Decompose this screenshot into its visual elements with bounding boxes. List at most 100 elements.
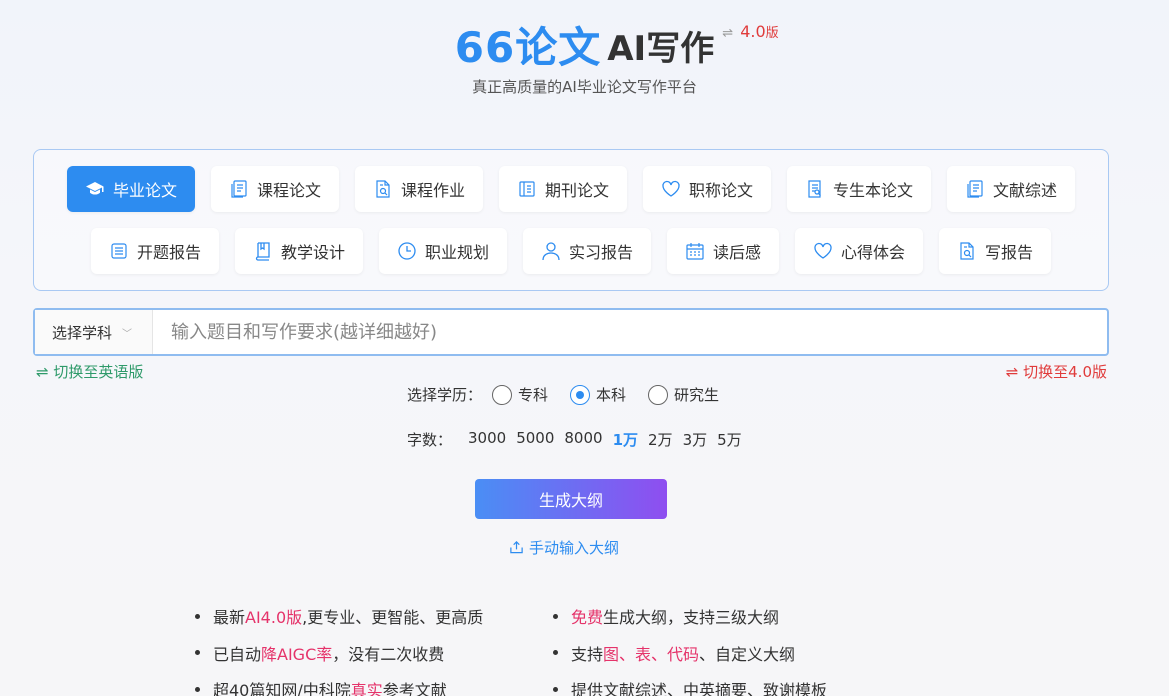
heart-icon [661, 179, 681, 199]
feature-item: 免费生成大纲，支持三级大纲 [553, 598, 827, 635]
feature-item: 支持图、表、代码、自定义大纲 [553, 635, 827, 672]
bullet-dot [553, 686, 558, 692]
word-count-options: 3000 5000 8000 1万 2万 3万 5万 [468, 429, 752, 450]
paper-type-课程作业[interactable]: 课程作业 [354, 166, 483, 212]
paper-type-label: 写报告 [985, 243, 1034, 262]
education-option-label: 本科 [596, 386, 627, 404]
feature-text: 最新AI4.0版,更专业、更智能、更高质 [213, 608, 484, 628]
logo-main: 66论文 [454, 23, 602, 72]
manual-outline-link[interactable]: 手动输入大纲 [509, 537, 619, 558]
generate-outline-button[interactable]: 生成大纲 [475, 479, 667, 519]
document-edit-icon [805, 179, 825, 199]
logo: 66论文 AI写作 ⇌ 4.0版 [454, 22, 779, 74]
feature-list-right: 免费生成大纲，支持三级大纲 支持图、表、代码、自定义大纲提供文献综述、中英摘要、致… [553, 598, 827, 696]
switch-v40-link[interactable]: ⇌ 切换至4.0版 [1006, 361, 1107, 382]
logo-sub: AI写作 [607, 29, 715, 69]
bullet-dot [195, 650, 200, 656]
feature-item: 已自动降AIGC率，没有二次收费 [195, 635, 483, 672]
paper-type-开题报告[interactable]: 开题报告 [90, 228, 219, 274]
feature-list-left: 最新AI4.0版,更专业、更智能、更高质 已自动降AIGC率，没有二次收费超40篇… [195, 598, 483, 696]
chevron-down-icon: ﹀ [122, 328, 133, 340]
topic-input[interactable] [153, 310, 1107, 354]
bullet-dot [553, 650, 558, 656]
paper-type-row-2: 开题报告 教学设计 职业规划 实习报告 读后感 心得体会 写报告 [34, 228, 1108, 274]
paper-type-专生本论文[interactable]: 专生本论文 [787, 166, 932, 212]
paper-type-职称论文[interactable]: 职称论文 [643, 166, 772, 212]
word-count-option[interactable]: 5000 [516, 429, 554, 450]
word-count-option[interactable]: 2万 [648, 429, 673, 450]
education-options: 专科 本科 研究生 [484, 384, 733, 405]
word-count-option[interactable]: 5万 [717, 429, 742, 450]
radio-circle [648, 384, 669, 405]
radio-circle [570, 384, 591, 405]
word-count-label: 字数： [407, 431, 453, 449]
paper-type-实习报告[interactable]: 实习报告 [522, 228, 651, 274]
paper-type-label: 教学设计 [280, 243, 345, 262]
word-count-option[interactable]: 3000 [468, 429, 506, 450]
education-option-label: 研究生 [674, 386, 720, 404]
user-icon [541, 241, 561, 261]
feature-item: 提供文献综述、中英摘要、致谢模板 [553, 671, 827, 696]
paper-type-label: 心得体会 [841, 243, 906, 262]
switch-english-link[interactable]: ⇌ 切换至英语版 [36, 361, 143, 382]
education-option-研究生[interactable]: 研究生 [648, 384, 719, 405]
feature-item: 最新AI4.0版,更专业、更智能、更高质 [195, 598, 483, 635]
paper-type-label: 开题报告 [136, 243, 201, 262]
word-count-option[interactable]: 1万 [613, 429, 638, 450]
document-copy-icon [229, 179, 249, 199]
education-option-label: 专科 [518, 386, 549, 404]
education-option-本科[interactable]: 本科 [570, 384, 626, 405]
feature-text: 已自动降AIGC率，没有二次收费 [213, 644, 445, 664]
paper-type-label: 职业规划 [424, 243, 489, 262]
bullet-dot [195, 613, 200, 619]
clock-icon [397, 241, 417, 261]
paper-type-职业规划[interactable]: 职业规划 [378, 228, 507, 274]
paper-type-label: 读后感 [713, 243, 762, 262]
version-badge[interactable]: ⇌ 4.0版 [722, 22, 778, 41]
paper-type-读后感[interactable]: 读后感 [667, 228, 780, 274]
graduation-cap-icon [85, 179, 105, 199]
paper-type-label: 毕业论文 [112, 181, 177, 200]
paper-type-期刊论文[interactable]: 期刊论文 [498, 166, 627, 212]
document-copy-icon [965, 179, 985, 199]
feature-text: 支持图、表、代码、自定义大纲 [571, 644, 796, 664]
document-search-icon [957, 241, 977, 261]
paper-type-心得体会[interactable]: 心得体会 [795, 228, 924, 274]
paper-type-label: 文献综述 [993, 181, 1058, 200]
report-icon [109, 241, 129, 261]
bullet-dot [553, 613, 558, 619]
paper-type-教学设计[interactable]: 教学设计 [234, 228, 363, 274]
paper-type-label: 实习报告 [568, 243, 633, 262]
radio-circle [492, 384, 513, 405]
education-label: 选择学历： [407, 386, 483, 404]
paper-type-写报告[interactable]: 写报告 [939, 228, 1052, 274]
subject-select-label: 选择学科 [52, 323, 113, 342]
paper-type-毕业论文[interactable]: 毕业论文 [66, 166, 195, 212]
version-suffix: 版 [765, 26, 779, 41]
switch-icon: ⇌ [722, 26, 734, 41]
bullet-dot [195, 686, 200, 692]
feature-text: 超40篇知网/中科院真实参考文献 [213, 681, 447, 696]
search-bar: 选择学科 ﹀ [33, 308, 1109, 356]
heart-icon [813, 241, 833, 261]
paper-type-课程论文[interactable]: 课程论文 [210, 166, 339, 212]
tagline: 真正高质量的AI毕业论文写作平台 [472, 78, 697, 96]
subject-select[interactable]: 选择学科 ﹀ [35, 310, 153, 354]
upload-icon [509, 540, 524, 555]
paper-type-row-1: 毕业论文 课程论文 课程作业 期刊论文 职称论文 专生本论文 文献综述 [34, 166, 1108, 212]
paper-type-label: 期刊论文 [544, 181, 609, 200]
feature-text: 免费生成大纲，支持三级大纲 [571, 608, 780, 628]
feature-text: 提供文献综述、中英摘要、致谢模板 [571, 681, 828, 696]
word-count-selector: 字数： 3000 5000 8000 1万 2万 3万 5万 [407, 429, 752, 450]
document-search-icon [373, 179, 393, 199]
paper-type-label: 职称论文 [689, 181, 754, 200]
paper-type-panel: 毕业论文 课程论文 课程作业 期刊论文 职称论文 专生本论文 文献综述 开题报告 教学设计 职业… [33, 149, 1109, 291]
feature-item: 超40篇知网/中科院真实参考文献 [195, 671, 483, 696]
word-count-option[interactable]: 8000 [564, 429, 602, 450]
manual-outline-label: 手动输入大纲 [529, 539, 620, 557]
paper-type-文献综述[interactable]: 文献综述 [947, 166, 1076, 212]
education-option-专科[interactable]: 专科 [492, 384, 548, 405]
version-number: 4.0 [740, 22, 766, 41]
calendar-icon [685, 241, 705, 261]
word-count-option[interactable]: 3万 [683, 429, 708, 450]
